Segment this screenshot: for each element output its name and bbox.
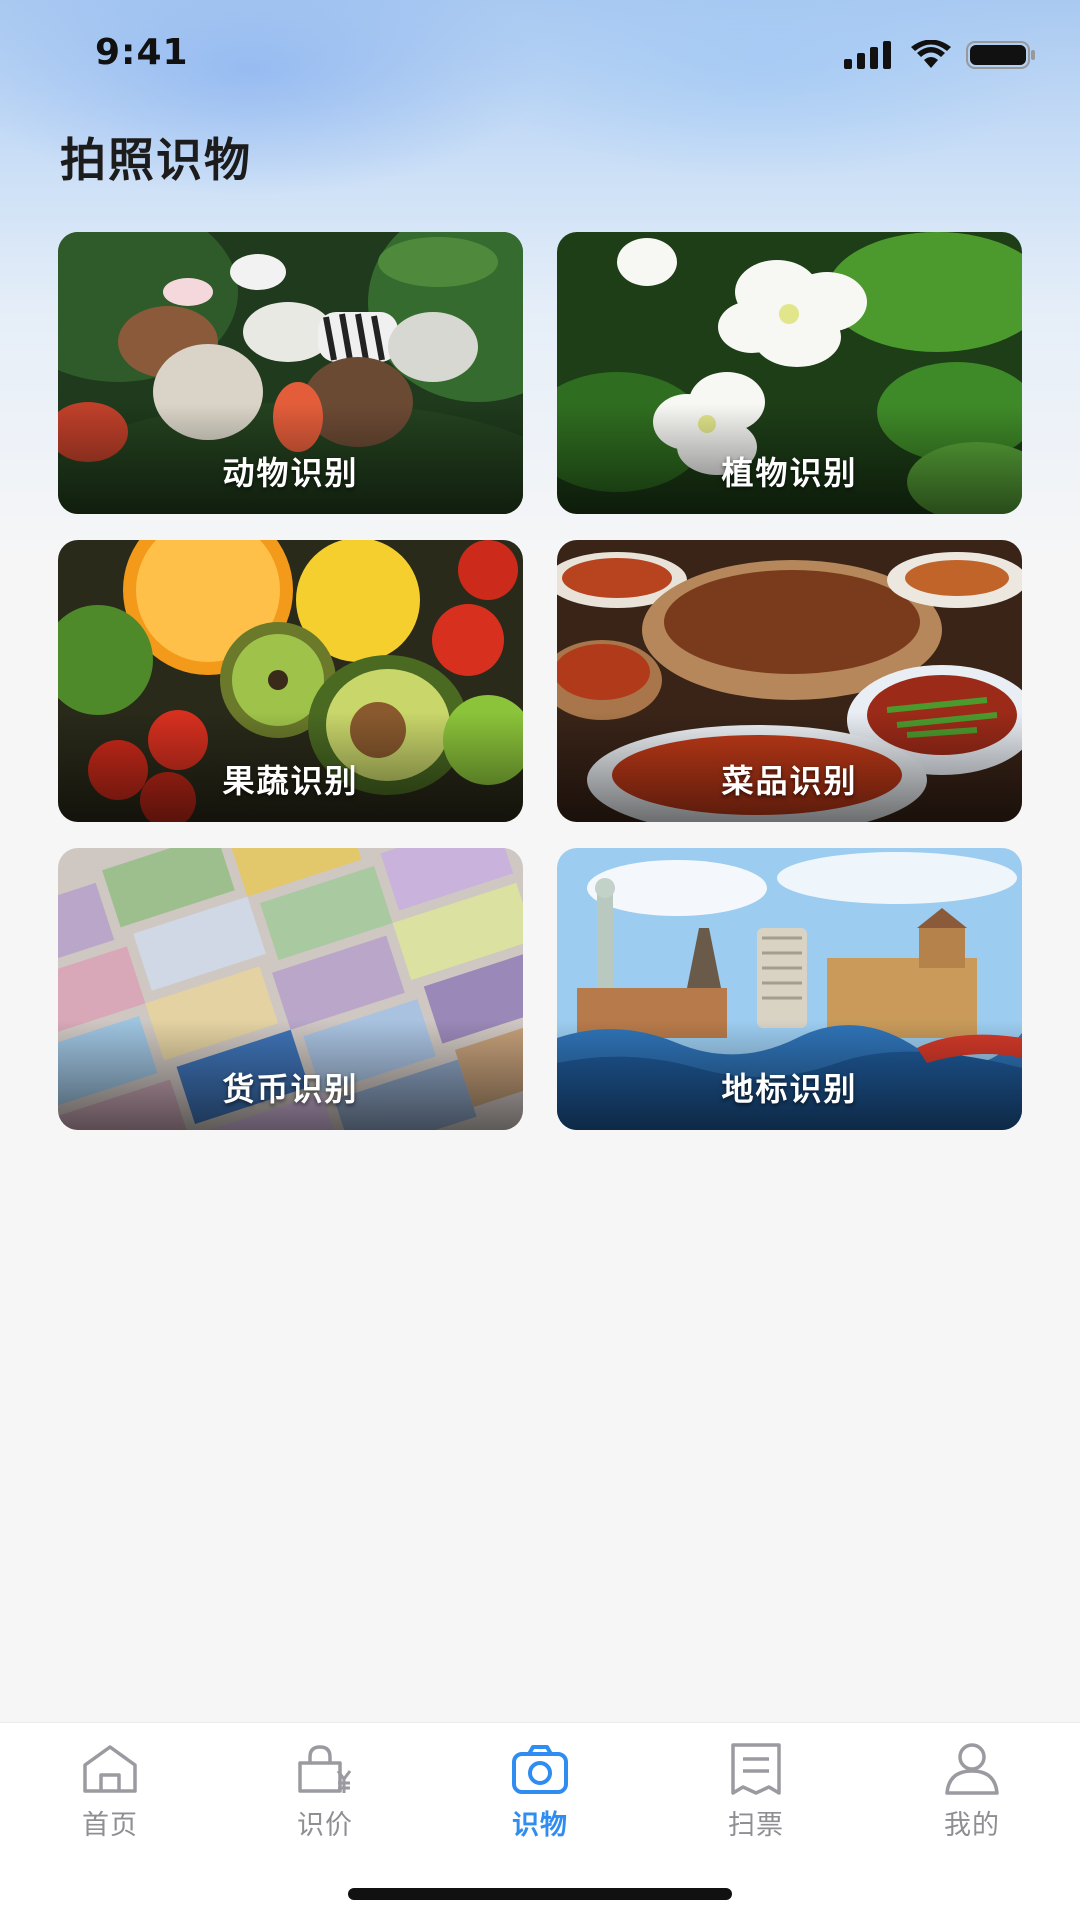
- tab-recognize[interactable]: 识物: [470, 1741, 610, 1851]
- camera-icon: [512, 1745, 568, 1794]
- dish-recognition-card[interactable]: 菜品识别: [557, 540, 1022, 822]
- tab-profile[interactable]: 我的: [902, 1741, 1042, 1851]
- card-label: 菜品识别: [721, 762, 858, 800]
- tab-label: 识价: [297, 1810, 353, 1841]
- tab-label: 首页: [82, 1810, 138, 1841]
- tab-label: 扫票: [728, 1810, 784, 1841]
- battery-icon: [966, 41, 1035, 69]
- tab-label: 我的: [944, 1810, 1000, 1841]
- status-icons: [844, 38, 1036, 72]
- card-label: 货币识别: [222, 1070, 359, 1108]
- card-label: 果蔬识别: [222, 762, 359, 800]
- tab-label: 识物: [512, 1810, 568, 1841]
- price-bag-icon: [298, 1745, 352, 1793]
- card-label: 植物识别: [721, 454, 858, 492]
- card-label: 动物识别: [222, 454, 359, 492]
- currency-recognition-card[interactable]: 货币识别: [58, 848, 523, 1130]
- wifi-icon: [911, 40, 951, 68]
- fruit-vegetable-recognition-card[interactable]: 果蔬识别: [58, 540, 523, 822]
- plant-recognition-card[interactable]: 植物识别: [557, 232, 1022, 514]
- home-icon: [83, 1745, 137, 1793]
- category-grid: 动物识别 植物识别 果蔬识别 菜品识别 货币识别 地标识别: [58, 232, 1022, 1130]
- cellular-signal-icon: [844, 41, 891, 69]
- page-title: 拍照识物: [60, 133, 252, 187]
- animal-recognition-card[interactable]: 动物识别: [58, 232, 523, 514]
- landmark-recognition-card[interactable]: 地标识别: [557, 848, 1022, 1130]
- receipt-icon: [731, 1743, 781, 1795]
- tab-scan-ticket[interactable]: 扫票: [686, 1741, 826, 1851]
- home-indicator: [348, 1888, 732, 1900]
- tab-home[interactable]: 首页: [40, 1741, 180, 1851]
- card-label: 地标识别: [721, 1070, 858, 1108]
- user-icon: [945, 1743, 999, 1795]
- status-time: 9:41: [95, 32, 189, 73]
- tab-price[interactable]: 识价: [255, 1741, 395, 1851]
